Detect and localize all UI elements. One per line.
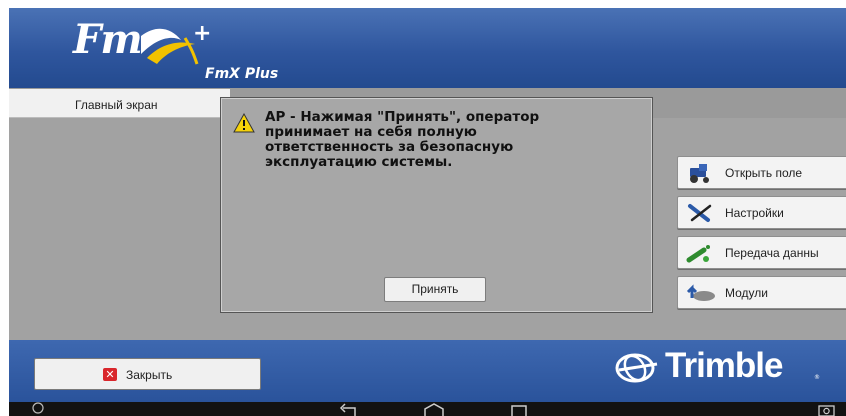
modules-label: Модули xyxy=(725,286,768,300)
trimble-globe-icon xyxy=(615,353,658,383)
recent-apps-nav-icon[interactable] xyxy=(509,402,531,416)
warning-icon xyxy=(233,113,255,133)
close-button[interactable]: ✕ Закрыть xyxy=(34,358,261,390)
data-transfer-button[interactable]: Передача данны xyxy=(677,236,846,269)
logo-plus: + xyxy=(193,21,211,46)
dialog-message: AP - Нажимая "Принять", оператор принима… xyxy=(265,109,540,170)
settings-button[interactable]: Настройки xyxy=(677,196,846,229)
modules-button[interactable]: Модули xyxy=(677,276,846,309)
back-nav-icon[interactable] xyxy=(339,402,361,416)
tab-main-screen[interactable]: Главный экран xyxy=(9,89,230,118)
logo-subtitle: FmX Plus xyxy=(205,66,279,82)
open-field-button[interactable]: Открыть поле xyxy=(677,156,846,189)
header-bar: Fm + FmX Plus xyxy=(9,8,846,88)
android-nav-bar xyxy=(9,402,846,416)
data-transfer-icon xyxy=(686,245,710,263)
data-transfer-label: Передача данны xyxy=(725,246,819,260)
open-field-label: Открыть поле xyxy=(725,166,803,180)
tab-label: Главный экран xyxy=(75,98,158,112)
settings-label: Настройки xyxy=(725,206,784,220)
home-nav-icon[interactable] xyxy=(423,402,445,416)
tractor-icon xyxy=(690,164,709,183)
settings-tools-icon xyxy=(688,204,712,222)
app-screen: Fm + FmX Plus Главный экран Открыть поле… xyxy=(9,8,846,416)
close-icon: ✕ xyxy=(103,368,117,381)
close-label: Закрыть xyxy=(126,368,173,382)
trimble-registered-mark: ® xyxy=(814,374,820,381)
fmx-logo-swoosh-icon: + xyxy=(141,21,211,65)
footer-bar: ✕ Закрыть Trimble ® xyxy=(9,340,846,402)
screenshot-icon[interactable] xyxy=(817,402,837,416)
status-shield-icon xyxy=(32,402,44,414)
trimble-brand: Trimble xyxy=(665,346,783,385)
fmx-logo-text: Fm xyxy=(73,16,143,63)
accept-button[interactable]: Принять xyxy=(384,277,486,302)
warning-dialog: AP - Нажимая "Принять", оператор принима… xyxy=(220,97,653,313)
modules-icon xyxy=(686,284,715,301)
